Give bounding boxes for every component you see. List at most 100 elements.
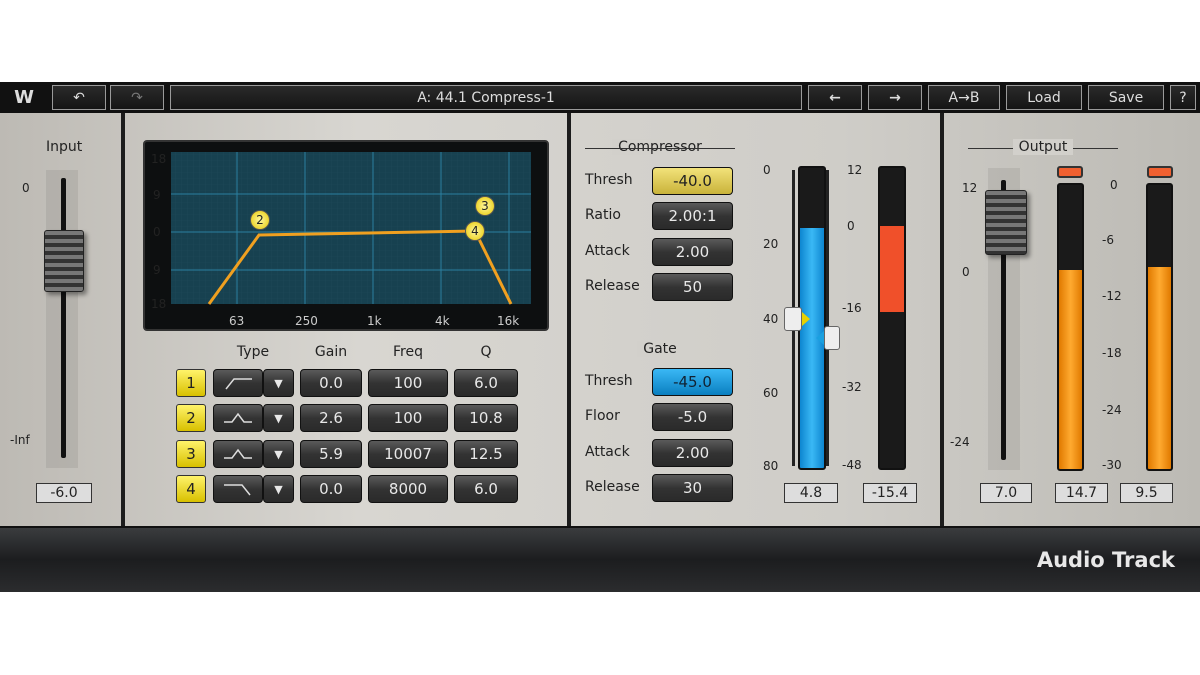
freq-header: Freq <box>393 344 423 360</box>
level-scale-label: 80 <box>763 459 779 473</box>
band-q-field[interactable]: 6.0 <box>454 369 518 397</box>
output-meter-left-fill <box>1059 270 1082 469</box>
compressor-thresh-label: Thresh <box>585 172 633 188</box>
level-scale-label: 20 <box>763 237 779 251</box>
bell-filter-icon <box>224 412 252 423</box>
band-gain-field[interactable]: 0.0 <box>300 369 362 397</box>
eq-node-4[interactable]: 4 <box>465 221 485 241</box>
band-freq-field[interactable]: 100 <box>368 369 448 397</box>
gate-attack-field[interactable]: 2.00 <box>652 439 733 467</box>
input-readout: -6.0 <box>36 483 92 503</box>
low-pass-filter-icon <box>224 484 251 496</box>
load-button[interactable]: Load <box>1006 85 1082 110</box>
band-gain-field[interactable]: 5.9 <box>300 440 362 468</box>
band-q-field[interactable]: 6.0 <box>454 475 518 503</box>
output-left-readout: 14.7 <box>1055 483 1108 503</box>
eq-x-tick: 4k <box>435 314 450 328</box>
band-freq-field[interactable]: 10007 <box>368 440 448 468</box>
band-type-selector[interactable] <box>213 369 263 397</box>
clip-led-left[interactable] <box>1057 166 1083 178</box>
output-fader-scale-label: 0 <box>962 265 970 279</box>
footer-bar: Audio Track <box>0 526 1200 592</box>
level-scale-label: 40 <box>763 312 779 326</box>
track-name: Audio Track <box>1036 548 1175 572</box>
compressor-release-field[interactable]: 50 <box>652 273 733 301</box>
undo-button[interactable]: ↶ <box>52 85 106 110</box>
help-button[interactable]: ? <box>1170 85 1196 110</box>
band-freq-field[interactable]: 8000 <box>368 475 448 503</box>
redo-button[interactable]: ↷ <box>110 85 164 110</box>
eq-y-tick: 18 <box>151 152 167 166</box>
toolbar: W ↶ ↷ A: 44.1 Compress-1 ← → A→B Load Sa… <box>0 82 1200 113</box>
band-gain-field[interactable]: 0.0 <box>300 475 362 503</box>
gate-floor-field[interactable]: -5.0 <box>652 403 733 431</box>
previous-preset-button[interactable]: ← <box>808 85 862 110</box>
gate-release-field[interactable]: 30 <box>652 474 733 502</box>
output-label: Output <box>1012 139 1074 155</box>
gate-arrow-icon <box>816 331 824 345</box>
band-type-selector[interactable] <box>213 404 263 432</box>
eq-graph[interactable] <box>145 142 547 329</box>
level-readout: 4.8 <box>784 483 838 503</box>
gate-thresh-label: Thresh <box>585 373 633 389</box>
eq-x-tick: 16k <box>497 314 520 328</box>
eq-y-tick: 0 <box>153 225 161 239</box>
type-dropdown-arrow-icon[interactable]: ▼ <box>263 475 294 503</box>
eq-node-2[interactable]: 2 <box>250 210 270 230</box>
compressor-ratio-field[interactable]: 2.00:1 <box>652 202 733 230</box>
eq-y-tick: 9 <box>153 188 161 202</box>
type-dropdown-arrow-icon[interactable]: ▼ <box>263 404 294 432</box>
band-q-field[interactable]: 10.8 <box>454 404 518 432</box>
output-fader-scale-label: 12 <box>962 181 978 195</box>
band-1-button[interactable]: 1 <box>176 369 206 397</box>
level-meter-fill <box>800 228 824 468</box>
compressor-ratio-label: Ratio <box>585 207 621 223</box>
input-fader-track[interactable] <box>61 178 66 458</box>
eq-node-3[interactable]: 3 <box>475 196 495 216</box>
gain-reduction-meter <box>878 166 906 470</box>
band-freq-field[interactable]: 100 <box>368 404 448 432</box>
band-2-button[interactable]: 2 <box>176 404 206 432</box>
compressor-release-label: Release <box>585 278 640 294</box>
compressor-thresh-field[interactable]: -40.0 <box>652 167 733 195</box>
compressor-threshold-handle[interactable] <box>784 307 802 331</box>
gate-thresh-field[interactable]: -45.0 <box>652 368 733 396</box>
divider <box>940 113 944 526</box>
output-meter-left <box>1057 183 1084 471</box>
a-to-b-button[interactable]: A→B <box>928 85 1000 110</box>
gr-scale-label: 12 <box>847 163 863 177</box>
compressor-title-text: Compressor <box>612 139 708 155</box>
preset-name-display[interactable]: A: 44.1 Compress-1 <box>170 85 802 110</box>
input-fader-handle[interactable] <box>44 230 84 292</box>
output-right-readout: 9.5 <box>1120 483 1173 503</box>
band-3-button[interactable]: 3 <box>176 440 206 468</box>
gain-reduction-fill <box>880 226 904 312</box>
band-q-field[interactable]: 12.5 <box>454 440 518 468</box>
band-type-selector[interactable] <box>213 440 263 468</box>
output-meter-right <box>1146 183 1173 471</box>
type-dropdown-arrow-icon[interactable]: ▼ <box>263 369 294 397</box>
eq-x-tick: 1k <box>367 314 382 328</box>
output-title: Output <box>968 139 1118 155</box>
output-fader-handle[interactable] <box>985 190 1027 255</box>
gate-release-label: Release <box>585 479 640 495</box>
eq-y-tick: 9 <box>153 263 161 277</box>
threshold-arrow-icon <box>802 312 810 326</box>
band-type-selector[interactable] <box>213 475 263 503</box>
gain-header: Gain <box>314 344 348 360</box>
band-4-button[interactable]: 4 <box>176 475 206 503</box>
compressor-attack-field[interactable]: 2.00 <box>652 238 733 266</box>
save-button[interactable]: Save <box>1088 85 1164 110</box>
band-gain-field[interactable]: 2.6 <box>300 404 362 432</box>
output-meter-scale-label: -24 <box>1102 403 1122 417</box>
gate-threshold-handle[interactable] <box>824 326 840 350</box>
gr-scale-label: 0 <box>847 219 855 233</box>
gain-reduction-readout: -15.4 <box>863 483 917 503</box>
next-preset-button[interactable]: → <box>868 85 922 110</box>
level-scale-label: 0 <box>763 163 771 177</box>
type-dropdown-arrow-icon[interactable]: ▼ <box>263 440 294 468</box>
clip-led-right[interactable] <box>1147 166 1173 178</box>
output-meter-right-fill <box>1148 267 1171 469</box>
gate-title-text: Gate <box>637 341 683 357</box>
eq-display[interactable]: 18 9 0 9 18 63 250 1k 4k 16k 2 3 4 <box>143 140 549 331</box>
